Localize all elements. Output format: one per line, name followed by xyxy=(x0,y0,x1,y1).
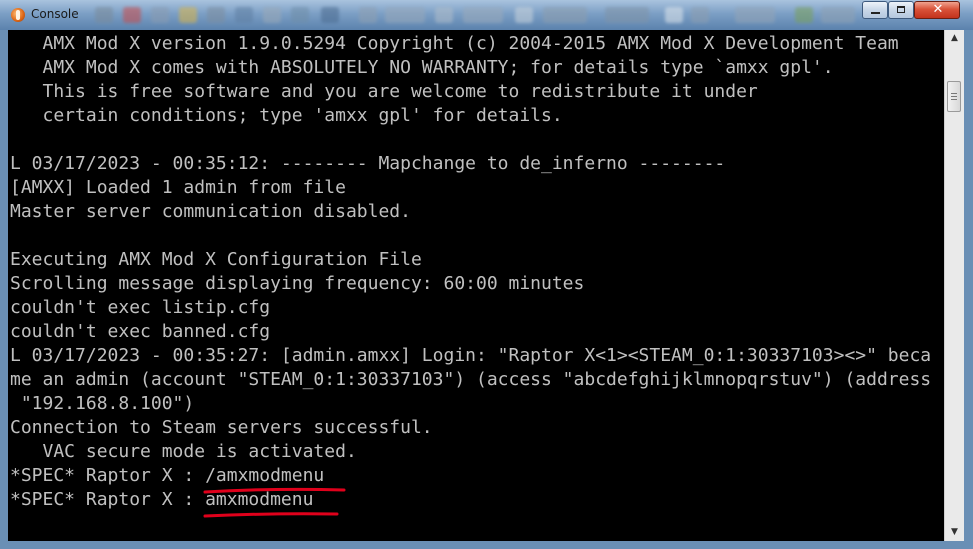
console-line: *SPEC* Raptor X : /amxmodmenu xyxy=(10,465,325,486)
console-line: VAC secure mode is activated. xyxy=(10,441,357,462)
console-line: This is free software and you are welcom… xyxy=(10,81,758,102)
window-frame-bottom xyxy=(0,541,973,549)
window-frame-right xyxy=(964,30,973,549)
scroll-up-icon[interactable]: ▲ xyxy=(945,30,964,47)
console-line: L 03/17/2023 - 00:35:27: [admin.amxx] Lo… xyxy=(10,345,932,366)
scroll-down-icon[interactable]: ▼ xyxy=(945,524,964,541)
vertical-scrollbar[interactable]: ▲ ▼ xyxy=(944,30,964,541)
title-bar[interactable]: Console ✕ xyxy=(0,0,973,30)
blurred-background-icons xyxy=(95,4,860,26)
console-line: AMX Mod X version 1.9.0.5294 Copyright (… xyxy=(10,33,899,54)
minimize-icon xyxy=(871,12,880,14)
console-line: couldn't exec banned.cfg xyxy=(10,321,271,342)
scrollbar-thumb[interactable] xyxy=(947,81,961,112)
close-icon: ✕ xyxy=(932,2,944,17)
maximize-button[interactable] xyxy=(888,1,914,19)
window-title: Console xyxy=(31,7,79,21)
console-line: Executing AMX Mod X Configuration File xyxy=(10,249,422,270)
console-line: Connection to Steam servers successful. xyxy=(10,417,433,438)
console-line: Scrolling message displaying frequency: … xyxy=(10,273,585,294)
console-line: L 03/17/2023 - 00:35:12: -------- Mapcha… xyxy=(10,153,726,174)
console-app-icon xyxy=(11,8,25,22)
console-window: Console ✕ AMX Mod X version 1.9.0.5294 C… xyxy=(0,0,973,549)
console-line: [AMXX] Loaded 1 admin from file xyxy=(10,177,346,198)
close-button[interactable]: ✕ xyxy=(914,1,960,19)
console-line: "192.168.8.100") xyxy=(10,393,195,414)
minimize-button[interactable] xyxy=(862,1,888,19)
console-line: Master server communication disabled. xyxy=(10,201,411,222)
console-output[interactable]: AMX Mod X version 1.9.0.5294 Copyright (… xyxy=(8,30,944,541)
console-line: couldn't exec listip.cfg xyxy=(10,297,271,318)
console-line: me an admin (account "STEAM_0:1:30337103… xyxy=(10,369,932,390)
console-line: AMX Mod X comes with ABSOLUTELY NO WARRA… xyxy=(10,57,834,78)
console-line: certain conditions; type 'amxx gpl' for … xyxy=(10,105,563,126)
console-line: *SPEC* Raptor X : amxmodmenu xyxy=(10,489,314,510)
maximize-icon xyxy=(897,6,905,13)
